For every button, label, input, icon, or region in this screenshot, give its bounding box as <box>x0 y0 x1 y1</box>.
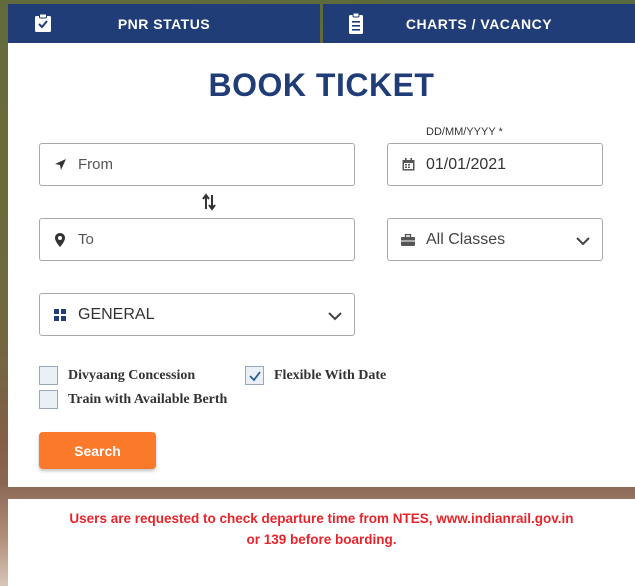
charts-vacancy-label: CHARTS / VACANCY <box>405 15 553 32</box>
briefcase-icon <box>400 232 416 248</box>
swap-stations-icon[interactable] <box>201 193 217 211</box>
top-tabs: PNR STATUS CHARTS / VACANCY <box>8 4 635 43</box>
book-ticket-card: BOOK TICKET From DD/MM/YYYY * 01/01/2021 <box>8 43 635 487</box>
checkbox-box[interactable] <box>245 366 264 385</box>
checkbox-label: Divyaang Concession <box>68 367 196 383</box>
to-input[interactable]: To <box>39 218 355 261</box>
calendar-icon <box>400 157 416 173</box>
location-arrow-icon <box>52 157 68 173</box>
pnr-status-label: PNR STATUS <box>117 15 211 32</box>
clipboard-check-icon <box>34 13 52 33</box>
from-input[interactable]: From <box>39 143 355 186</box>
grid-icon <box>52 307 68 323</box>
quota-select[interactable]: GENERAL <box>39 293 355 336</box>
checkbox-label: Flexible With Date <box>274 367 387 383</box>
available-berth-checkbox[interactable]: Train with Available Berth <box>39 390 227 409</box>
date-value: 01/01/2021 <box>426 155 507 173</box>
class-select[interactable]: All Classes <box>387 218 603 261</box>
charts-vacancy-tab[interactable]: CHARTS / VACANCY <box>323 4 635 43</box>
divyaang-concession-checkbox[interactable]: Divyaang Concession <box>39 366 195 385</box>
search-button[interactable]: Search <box>39 432 156 469</box>
flexible-date-checkbox[interactable]: Flexible With Date <box>245 366 386 385</box>
date-label: DD/MM/YYYY * <box>426 126 503 138</box>
checkmark-icon <box>249 371 261 382</box>
class-value: All Classes <box>426 230 506 248</box>
notice-line-1: Users are requested to check departure t… <box>69 511 574 526</box>
chevron-down-icon <box>328 308 342 321</box>
from-placeholder: From <box>78 156 113 173</box>
quota-value: GENERAL <box>78 305 155 323</box>
checkbox-box[interactable] <box>39 366 58 385</box>
notice-banner: Users are requested to check departure t… <box>8 499 635 586</box>
document-list-icon <box>347 12 365 34</box>
map-marker-icon <box>52 232 68 248</box>
chevron-down-icon <box>576 233 590 246</box>
page-title: BOOK TICKET <box>208 67 435 103</box>
checkbox-label: Train with Available Berth <box>68 391 228 407</box>
notice-line-2: or 139 before boarding. <box>246 532 397 547</box>
checkbox-box[interactable] <box>39 390 58 409</box>
to-placeholder: To <box>78 231 94 248</box>
pnr-status-tab[interactable]: PNR STATUS <box>8 4 320 43</box>
journey-date-input[interactable]: 01/01/2021 <box>387 143 603 186</box>
